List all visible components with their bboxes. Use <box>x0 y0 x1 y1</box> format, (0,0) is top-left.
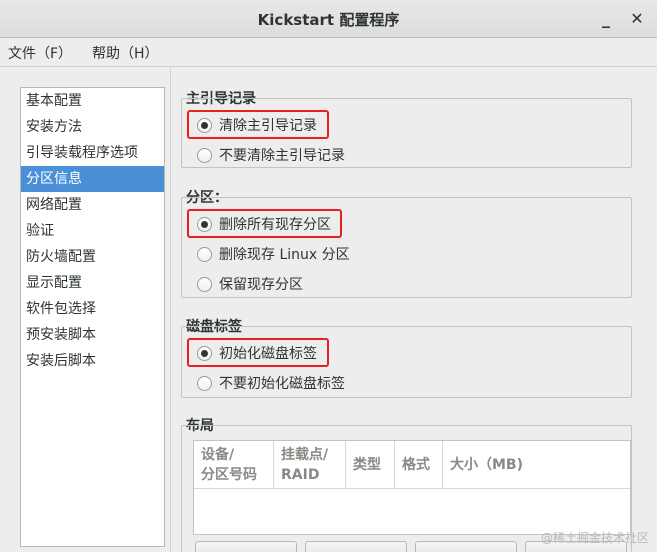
delete-button[interactable] <box>415 541 517 552</box>
category-list: 基本配置 安装方法 引导装载程序选项 分区信息 网络配置 验证 防火墙配置 显示… <box>20 87 165 547</box>
sidebar-item-firewall[interactable]: 防火墙配置 <box>21 244 164 270</box>
radio-unchecked-icon[interactable] <box>197 276 212 292</box>
radio-label: 不要清除主引导记录 <box>219 148 345 164</box>
radio-label: 删除现存 Linux 分区 <box>219 247 350 263</box>
radio-no-init-label[interactable]: 不要初始化磁盘标签 <box>197 371 345 395</box>
radio-unchecked-icon[interactable] <box>197 147 212 163</box>
column-header-device[interactable]: 设备/ 分区号码 <box>194 441 274 489</box>
radio-keep-mbr[interactable]: 不要清除主引导记录 <box>197 143 345 167</box>
watermark: @稀土掘金技术社区 <box>540 531 649 545</box>
radio-remove-linux[interactable]: 删除现存 Linux 分区 <box>197 242 350 266</box>
menu-bar: 文件（F） 帮助（H） <box>0 38 657 67</box>
sidebar-item-packages[interactable]: 软件包选择 <box>21 296 164 322</box>
highlight-box <box>187 209 342 238</box>
edit-button[interactable] <box>305 541 407 552</box>
menu-file[interactable]: 文件（F） <box>8 43 72 63</box>
partition-table[interactable]: 设备/ 分区号码 挂载点/ RAID 类型 格式 大小（MB) <box>193 440 631 535</box>
pane-divider[interactable] <box>170 67 171 552</box>
column-header-mountpoint[interactable]: 挂载点/ RAID <box>274 441 346 489</box>
sidebar-item-network[interactable]: 网络配置 <box>21 192 164 218</box>
sidebar-item-partition[interactable]: 分区信息 <box>21 166 164 192</box>
radio-preserve[interactable]: 保留现存分区 <box>197 272 303 296</box>
menu-help[interactable]: 帮助（H） <box>92 43 159 63</box>
sidebar-item-pre-script[interactable]: 预安装脚本 <box>21 322 164 348</box>
add-button[interactable] <box>195 541 297 552</box>
column-header-format[interactable]: 格式 <box>395 441 443 489</box>
title-bar: Kickstart 配置程序 _ ✕ <box>0 0 657 38</box>
highlight-box <box>187 338 329 367</box>
radio-label: 不要初始化磁盘标签 <box>219 376 345 392</box>
sidebar-item-auth[interactable]: 验证 <box>21 218 164 244</box>
radio-unchecked-icon[interactable] <box>197 375 212 391</box>
column-header-size[interactable]: 大小（MB) <box>443 441 630 489</box>
highlight-box <box>187 110 329 139</box>
radio-unchecked-icon[interactable] <box>197 246 212 262</box>
sidebar-item-install-method[interactable]: 安装方法 <box>21 114 164 140</box>
sidebar-item-bootloader[interactable]: 引导装载程序选项 <box>21 140 164 166</box>
close-button[interactable]: ✕ <box>627 9 647 29</box>
sidebar-item-post-script[interactable]: 安装后脚本 <box>21 348 164 374</box>
window-title: Kickstart 配置程序 <box>257 11 400 29</box>
sidebar-item-display[interactable]: 显示配置 <box>21 270 164 296</box>
column-header-type[interactable]: 类型 <box>346 441 395 489</box>
minimize-button[interactable]: _ <box>596 9 616 29</box>
sidebar-item-basic[interactable]: 基本配置 <box>21 88 164 114</box>
radio-label: 保留现存分区 <box>219 277 303 293</box>
